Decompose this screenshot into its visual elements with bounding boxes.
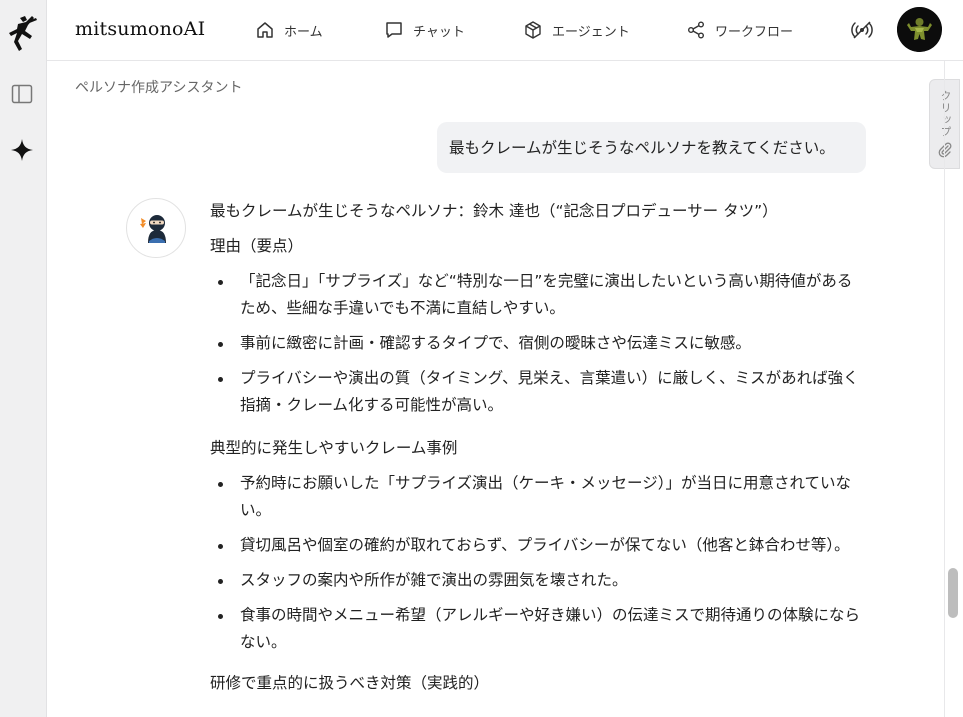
nav-agent[interactable]: エージェント	[523, 19, 630, 41]
reasons-list: 「記念日」「サプライズ」など“特別な一日”を完璧に演出したいという高い期待値があ…	[210, 268, 865, 419]
scroll-track	[944, 61, 945, 717]
list-item: 「記念日」「サプライズ」など“特別な一日”を完璧に演出したいという高い期待値があ…	[210, 268, 865, 322]
user-message: 最もクレームが生じそうなペルソナを教えてください。	[437, 122, 866, 173]
breadcrumb: ペルソナ作成アシスタント	[75, 80, 243, 96]
nav-home[interactable]: ホーム	[255, 19, 323, 41]
assistant-avatar	[126, 198, 186, 258]
share-nodes-icon	[688, 21, 704, 39]
running-ninja-logo-icon[interactable]	[6, 14, 40, 54]
paperclip-icon	[938, 142, 952, 158]
cases-heading: 典型的に発生しやすいクレーム事例	[210, 439, 458, 457]
nav-home-label: ホーム	[284, 24, 323, 40]
next-heading: 研修で重点的に扱うべき対策（実践的）	[210, 674, 490, 692]
broadcast-icon[interactable]	[850, 18, 874, 42]
cases-list: 予約時にお願いした「サプライズ演出（ケーキ・メッセージ）」が当日に用意されていな…	[210, 470, 865, 656]
list-item: スタッフの案内や所作が雑で演出の雰囲気を壊された。	[210, 567, 865, 594]
sidebar-toggle-icon[interactable]	[11, 83, 33, 105]
answer-headline: 最もクレームが生じそうなペルソナ：鈴木 達也（“記念日プロデューサー タツ”）	[210, 202, 778, 220]
list-item: プライバシーや演出の質（タイミング、見栄え、言葉遣い）に厳しく、ミスがあれば強く…	[210, 365, 865, 419]
left-rail	[0, 0, 47, 717]
clip-tab-label: クリップ	[939, 90, 952, 138]
agent-cube-icon	[525, 21, 541, 39]
nav-workflow-label: ワークフロー	[715, 24, 794, 40]
top-bar: mitsumonoAI ホーム チャット エージェント ワークフロー	[47, 0, 963, 61]
nav-agent-label: エージェント	[552, 24, 630, 40]
user-avatar[interactable]	[897, 7, 942, 52]
nav-workflow[interactable]: ワークフロー	[686, 19, 793, 41]
list-item: 事前に緻密に計画・確認するタイプで、宿側の曖昧さや伝達ミスに敏感。	[210, 330, 865, 357]
avatar-figure-icon	[897, 7, 942, 52]
assistant-answer: 最もクレームが生じそうなペルソナ：鈴木 達也（“記念日プロデューサー タツ”） …	[210, 198, 865, 697]
nav-chat-label: チャット	[413, 24, 465, 40]
list-item: 予約時にお願いした「サプライズ演出（ケーキ・メッセージ）」が当日に用意されていな…	[210, 470, 865, 524]
chat-icon	[386, 22, 402, 38]
sparkle-icon[interactable]	[10, 138, 34, 162]
list-item: 貸切風呂や個室の確約が取れておらず、プライバシーが保てない（他客と鉢合わせ等）。	[210, 532, 865, 559]
reasons-heading: 理由（要点）	[210, 237, 304, 255]
ninja-mascot-icon	[140, 215, 166, 243]
home-icon	[257, 22, 273, 38]
list-item: 食事の時間やメニュー希望（アレルギーや好き嫌い）の伝達ミスで期待通りの体験になら…	[210, 602, 865, 656]
nav-chat[interactable]: チャット	[384, 19, 465, 41]
brand-name[interactable]: mitsumonoAI	[75, 18, 205, 40]
scrollbar-thumb[interactable]	[948, 568, 958, 618]
